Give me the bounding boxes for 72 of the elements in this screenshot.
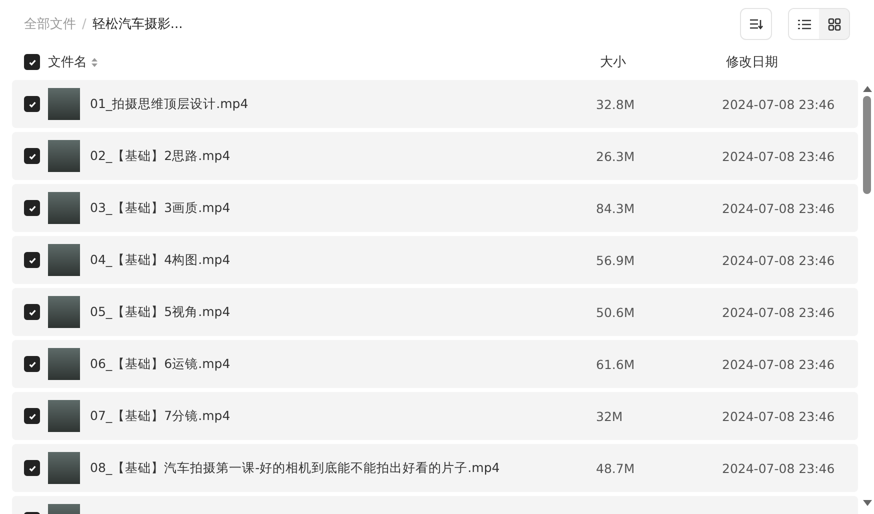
checkmark-icon xyxy=(28,58,36,66)
file-name: 06_【基础】6运镜.mp4 xyxy=(90,356,230,370)
video-thumbnail xyxy=(48,88,80,120)
sort-arrows-icon xyxy=(91,56,98,68)
grid-view-button[interactable] xyxy=(819,9,849,39)
file-row[interactable]: 02_【基础】2思路.mp4 26.3M 2024-07-08 23:46 xyxy=(12,132,858,180)
modified-date: 2024-07-08 23:46 xyxy=(722,96,835,112)
modified-date: 2024-07-08 23:46 xyxy=(722,148,835,164)
video-thumbnail xyxy=(48,400,80,432)
file-size: 32M xyxy=(596,408,623,424)
checkbox[interactable] xyxy=(24,54,40,70)
breadcrumb-item: 轻松汽车摄影... xyxy=(92,16,183,33)
checkmark-icon xyxy=(28,152,36,160)
modified-date: 2024-07-08 23:46 xyxy=(722,460,835,476)
breadcrumb-separator: / xyxy=(82,16,86,32)
file-row[interactable]: 03_【基础】3画质.mp4 84.3M 2024-07-08 23:46 xyxy=(12,184,858,232)
file-name: 02_【基础】2思路.mp4 xyxy=(90,148,230,162)
file-name: 08_【基础】汽车拍摄第一课-好的相机到底能不能拍出好看的片子.mp4 xyxy=(90,460,500,474)
checkbox[interactable] xyxy=(24,252,40,268)
modified-date: 2024-07-08 23:46 xyxy=(722,252,835,268)
file-size: 26.3M xyxy=(596,148,635,164)
file-row[interactable]: 05_【基础】5视角.mp4 50.6M 2024-07-08 23:46 xyxy=(12,288,858,336)
video-thumbnail xyxy=(48,244,80,276)
scroll-up-icon[interactable] xyxy=(862,86,872,92)
checkmark-icon xyxy=(28,100,36,108)
checkmark-icon xyxy=(28,308,36,316)
column-header[interactable]: 修改日期 xyxy=(726,55,778,70)
file-name: 03_【基础】3画质.mp4 xyxy=(90,200,230,214)
column-header[interactable]: 文件名 xyxy=(48,53,87,71)
checkmark-icon xyxy=(28,204,36,212)
grid-icon xyxy=(828,18,840,30)
file-name: 07_【基础】7分镜.mp4 xyxy=(90,408,230,422)
checkbox[interactable] xyxy=(24,460,40,476)
modified-date: 2024-07-08 23:46 xyxy=(722,356,835,372)
modified-date: 2024-07-08 23:46 xyxy=(722,304,835,320)
file-row[interactable]: 07_【基础】7分镜.mp4 32M 2024-07-08 23:46 xyxy=(12,392,858,440)
checkmark-icon xyxy=(28,256,36,264)
file-size: 50.6M xyxy=(596,304,635,320)
modified-date: 2024-07-08 23:46 xyxy=(722,200,835,216)
checkbox[interactable] xyxy=(24,304,40,320)
file-size: 56.9M xyxy=(596,252,635,268)
video-thumbnail xyxy=(48,192,80,224)
file-name: 01_拍摄思维顶层设计.mp4 xyxy=(90,96,248,110)
file-size: 48.7M xyxy=(596,460,635,476)
file-row[interactable]: 06_【基础】6运镜.mp4 61.6M 2024-07-08 23:46 xyxy=(12,340,858,388)
sort-button[interactable] xyxy=(740,8,772,40)
file-row[interactable]: 08_【基础】汽车拍摄第一课-好的相机到底能不能拍出好看的片子.mp4 48.7M 2024-07-08 23:46 xyxy=(12,444,858,492)
file-size: 84.3M xyxy=(596,200,635,216)
sort-icon xyxy=(749,18,763,30)
column-header[interactable]: 大小 xyxy=(600,55,626,70)
checkmark-icon xyxy=(28,412,36,420)
checkbox[interactable] xyxy=(24,356,40,372)
checkmark-icon xyxy=(28,360,36,368)
video-thumbnail xyxy=(48,140,80,172)
file-name: 04_【基础】4构图.mp4 xyxy=(90,252,230,266)
checkbox[interactable] xyxy=(24,148,40,164)
video-thumbnail xyxy=(48,348,80,380)
checkbox[interactable] xyxy=(24,408,40,424)
video-thumbnail xyxy=(48,452,80,484)
checkbox[interactable] xyxy=(24,96,40,112)
list-icon xyxy=(798,18,810,30)
file-row[interactable]: 01_拍摄思维顶层设计.mp4 32.8M 2024-07-08 23:46 xyxy=(12,80,858,128)
modified-date: 2024-07-08 23:46 xyxy=(722,408,835,424)
file-row[interactable]: 04_【基础】4构图.mp4 56.9M 2024-07-08 23:46 xyxy=(12,236,858,284)
scroll-down-icon[interactable] xyxy=(862,500,872,506)
file-size: 32.8M xyxy=(596,96,635,112)
file-name: 05_【基础】5视角.mp4 xyxy=(90,304,230,318)
file-size: 61.6M xyxy=(596,356,635,372)
checkmark-icon xyxy=(28,464,36,472)
checkbox[interactable] xyxy=(24,200,40,216)
scrollbar-thumb[interactable] xyxy=(863,96,871,194)
video-thumbnail xyxy=(48,296,80,328)
